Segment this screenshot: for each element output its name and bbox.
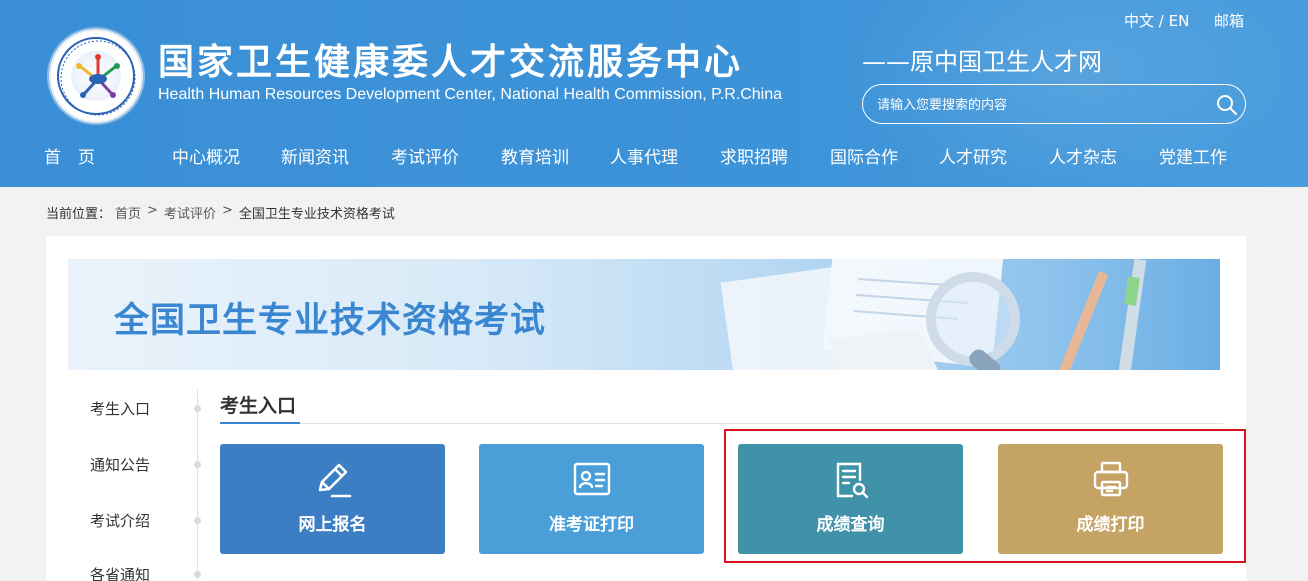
nav-item-jobs[interactable]: 求职招聘 [720,142,830,174]
sidebar: 考生入口 通知公告 考试介绍 各省通知 [46,386,201,581]
site-header: 国家卫生健康委人才交流服务中心 Health Human Resources D… [0,0,1308,187]
printer-icon [1093,461,1129,497]
nav-item-international[interactable]: 国际合作 [830,142,939,174]
main-nav: 首 页 中心概况 新闻资讯 考试评价 教育培训 人事代理 求职招聘 国际合作 人… [44,142,1284,174]
document-search-icon [836,462,869,499]
banner-title: 全国卫生专业技术资格考试 [114,301,547,341]
online-registration-button[interactable]: 网上报名 [220,444,445,554]
breadcrumb-item-exam[interactable]: 考试评价 [164,203,216,222]
tile-label: 网上报名 [298,515,367,535]
nav-item-exam[interactable]: 考试评价 [391,142,501,174]
nav-item-research[interactable]: 人才研究 [939,142,1049,174]
sidebar-item-label: 各省通知 [90,566,151,581]
nav-item-home[interactable]: 首 页 [44,142,172,174]
tile-label: 成绩打印 [1076,515,1145,535]
sidebar-item-candidate-entry[interactable]: 考生入口 [90,398,201,419]
logo-emblem-icon [60,40,136,116]
language-switch[interactable]: 中文 / EN [1124,10,1189,31]
nav-item-about[interactable]: 中心概况 [172,142,281,174]
sidebar-item-label: 考试介绍 [90,512,151,530]
score-print-button[interactable]: 成绩打印 [998,444,1223,554]
breadcrumb-separator: > [221,203,233,218]
tile-label: 准考证打印 [549,515,634,535]
search-icon[interactable] [1216,94,1238,116]
main-panel: 全国卫生专业技术资格考试 考生入口 通知公告 考试介绍 各省通知 考生入口 网上… [46,236,1246,581]
sidebar-dot [194,517,201,524]
sidebar-item-notices[interactable]: 通知公告 [90,454,201,475]
score-query-button[interactable]: 成绩查询 [738,444,963,554]
breadcrumb-separator: > [147,203,158,218]
site-subtitle: ——原中国卫生人才网 [862,48,1102,76]
search-input[interactable] [877,94,1197,116]
logo[interactable] [49,29,143,123]
breadcrumb-item-current: 全国卫生专业技术资格考试 [238,207,395,222]
section-title: 考生入口 [220,395,297,417]
section-divider [220,423,1223,424]
nav-item-training[interactable]: 教育培训 [501,142,610,174]
sidebar-item-label: 考生入口 [90,400,151,418]
sidebar-dot [194,461,201,468]
sidebar-item-label: 通知公告 [90,456,151,474]
tile-label: 成绩查询 [816,515,885,535]
breadcrumb-prefix: 当前位置： [46,207,112,222]
mail-link[interactable]: 邮箱 [1214,10,1244,31]
id-card-icon [573,462,611,496]
nav-item-hr-agency[interactable]: 人事代理 [610,142,720,174]
admission-ticket-print-button[interactable]: 准考证打印 [479,444,704,554]
nav-item-party[interactable]: 党建工作 [1159,142,1249,174]
search-box [862,84,1246,124]
site-title-cn: 国家卫生健康委人才交流服务中心 [158,42,744,83]
site-title-en: Health Human Resources Development Cente… [158,86,782,103]
page-banner: 全国卫生专业技术资格考试 [68,259,1220,370]
sidebar-item-exam-intro[interactable]: 考试介绍 [90,510,201,531]
sidebar-divider [197,390,198,581]
sidebar-item-province-notices[interactable]: 各省通知 [90,564,201,581]
sidebar-dot [194,405,201,412]
nav-item-magazine[interactable]: 人才杂志 [1049,142,1159,174]
sidebar-dot [194,571,201,578]
nav-item-news[interactable]: 新闻资讯 [281,142,391,174]
pencil-edit-icon [318,463,352,498]
breadcrumb-item-home[interactable]: 首页 [115,203,141,222]
section-underline [220,422,300,424]
breadcrumb: 当前位置： 首页 > 考试评价 > 全国卫生专业技术资格考试 [46,203,395,222]
